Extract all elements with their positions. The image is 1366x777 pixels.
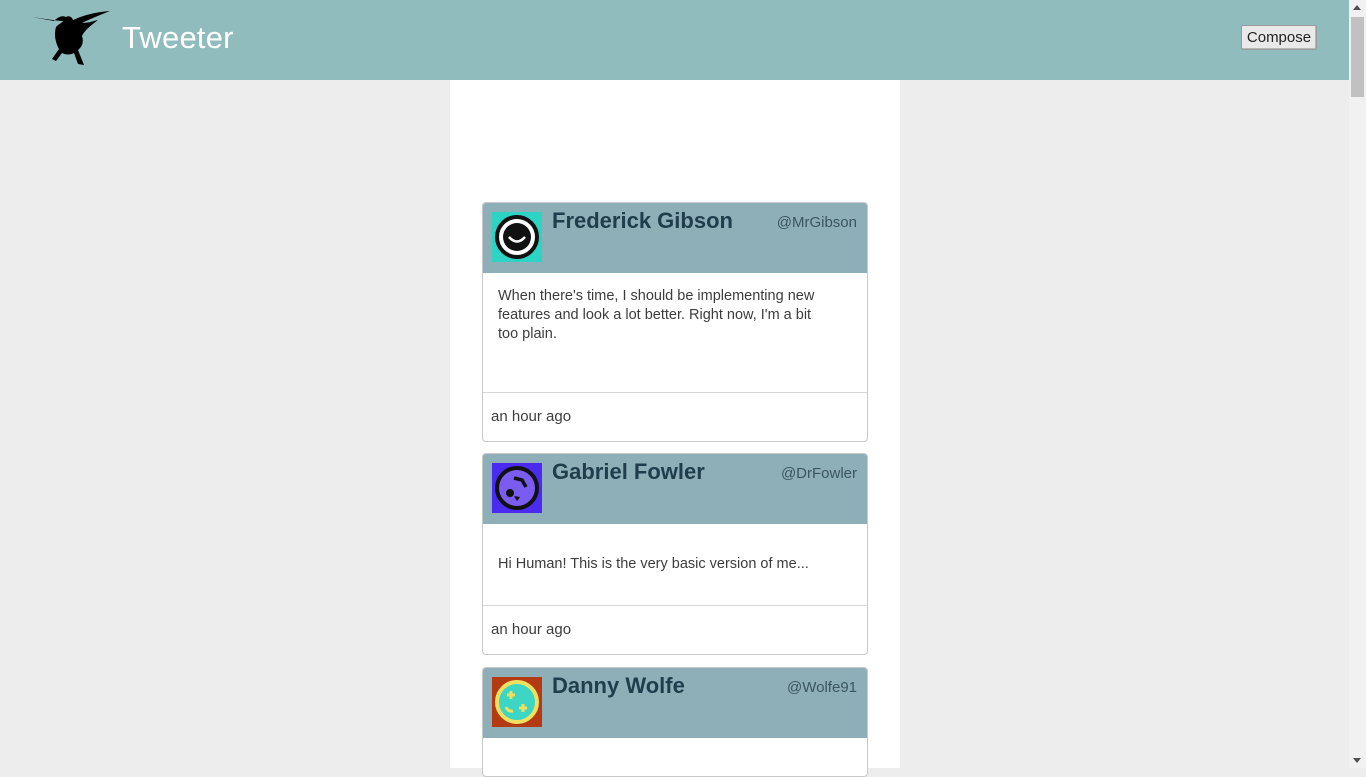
scroll-up-icon[interactable]	[1353, 5, 1361, 10]
user-handle[interactable]: @DrFowler	[781, 465, 857, 482]
scroll-down-icon[interactable]	[1353, 758, 1361, 763]
user-handle[interactable]: @MrGibson	[777, 214, 857, 231]
display-name[interactable]: Gabriel Fowler	[552, 459, 705, 485]
hummingbird-icon	[32, 11, 110, 65]
compose-button[interactable]: Compose	[1241, 25, 1317, 50]
user-handle[interactable]: @Wolfe91	[787, 679, 857, 696]
tweet-card: Gabriel Fowler @DrFowler Hi Human! This …	[482, 453, 868, 655]
vertical-scrollbar[interactable]	[1349, 0, 1366, 768]
tweet-text: When there's time, I should be implement…	[483, 273, 867, 393]
abstract-face-icon[interactable]	[492, 463, 542, 513]
tweet-card: Frederick Gibson @MrGibson When there's …	[482, 202, 868, 442]
tweet-header: Danny Wolfe @Wolfe91	[483, 668, 867, 738]
display-name[interactable]: Danny Wolfe	[552, 673, 685, 699]
tweet-header: Gabriel Fowler @DrFowler	[483, 454, 867, 524]
display-name[interactable]: Frederick Gibson	[552, 208, 733, 234]
scroll-thumb[interactable]	[1351, 17, 1364, 97]
plus-face-icon[interactable]	[492, 677, 542, 727]
tweet-timestamp: an hour ago	[491, 408, 572, 425]
tweet-timestamp: an hour ago	[491, 621, 572, 638]
smiley-face-icon[interactable]	[492, 212, 542, 262]
top-navbar: Tweeter Compose	[0, 0, 1349, 80]
tweet-header: Frederick Gibson @MrGibson	[483, 203, 867, 273]
tweet-card: Danny Wolfe @Wolfe91	[482, 667, 868, 777]
app-title: Tweeter	[122, 20, 234, 55]
tweet-feed: Frederick Gibson @MrGibson When there's …	[450, 80, 900, 777]
tweet-text: Hi Human! This is the very basic version…	[483, 524, 867, 606]
